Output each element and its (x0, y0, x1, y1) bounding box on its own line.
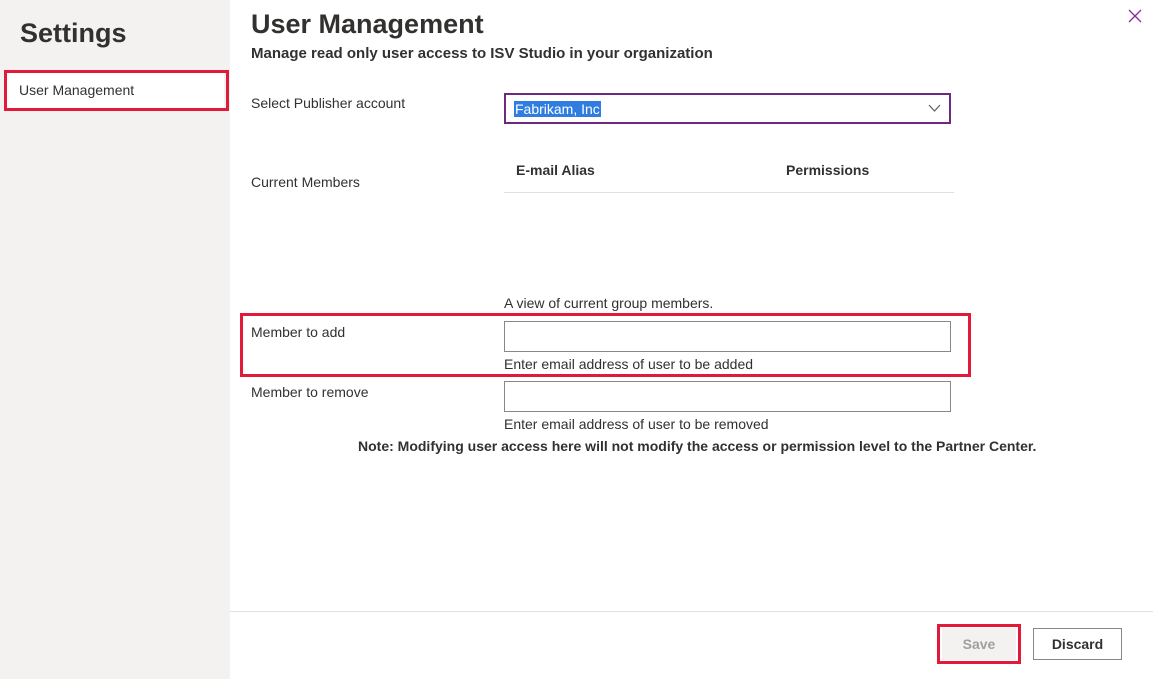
page-subtitle: Manage read only user access to ISV Stud… (251, 45, 713, 62)
member-to-remove-input[interactable] (504, 381, 951, 412)
member-to-add-input[interactable] (504, 321, 951, 352)
members-table-divider (504, 192, 954, 193)
member-to-add-helper: Enter email address of user to be added (504, 356, 754, 372)
member-to-add-label: Member to add (251, 324, 346, 340)
publisher-account-label: Select Publisher account (251, 95, 406, 111)
members-helper-text: A view of current group members. (504, 295, 714, 311)
sidebar-item-label: User Management (19, 82, 135, 98)
column-header-permissions[interactable]: Permissions (786, 162, 869, 178)
column-header-email-alias[interactable]: E-mail Alias (516, 162, 595, 178)
publisher-account-value: Fabrikam, Inc (514, 101, 601, 117)
save-button[interactable]: Save (942, 628, 1016, 660)
footer-divider (230, 611, 1153, 612)
page-title: User Management (251, 9, 484, 39)
sidebar-title: Settings (20, 18, 127, 48)
current-members-label: Current Members (251, 174, 360, 190)
member-to-remove-helper: Enter email address of user to be remove… (504, 416, 769, 432)
publisher-account-select[interactable]: Fabrikam, Inc (504, 93, 951, 124)
close-icon[interactable] (1126, 7, 1144, 25)
settings-sidebar: Settings User Management (0, 0, 230, 679)
sidebar-item-user-management[interactable]: User Management (6, 72, 224, 108)
member-to-remove-label: Member to remove (251, 384, 369, 400)
chevron-down-icon (928, 104, 941, 112)
discard-button[interactable]: Discard (1033, 628, 1122, 660)
partner-center-note: Note: Modifying user access here will no… (358, 438, 1037, 454)
